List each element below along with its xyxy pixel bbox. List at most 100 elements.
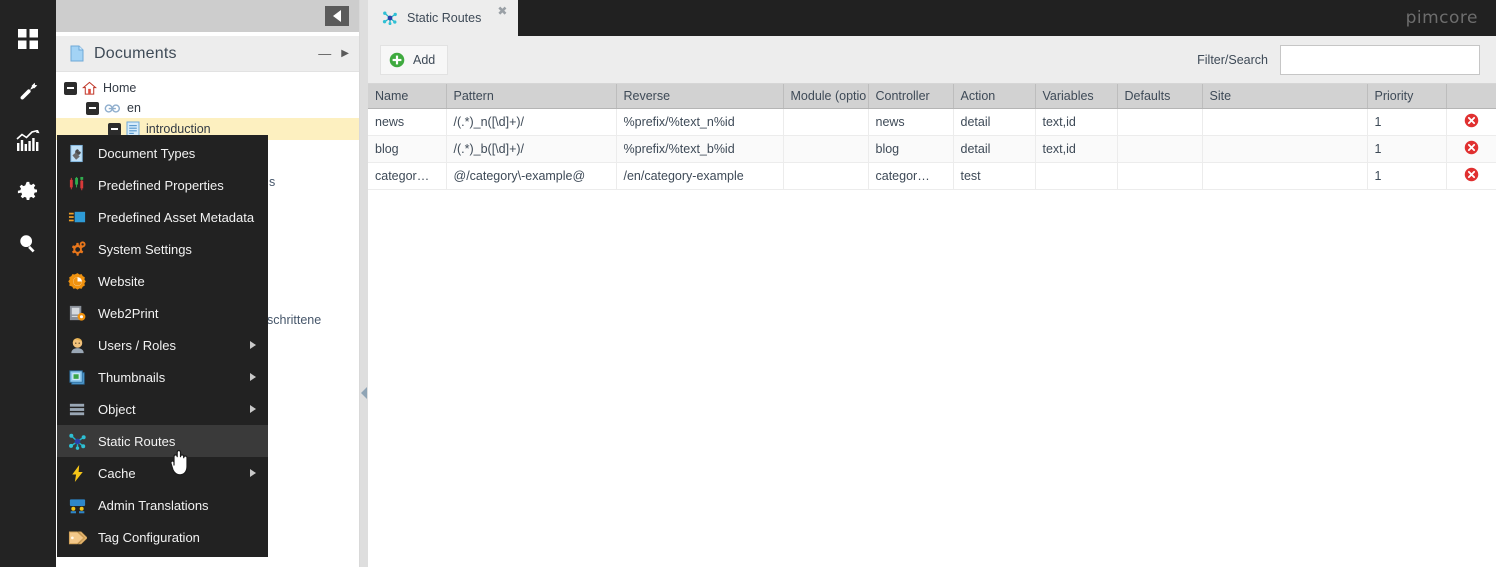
- menu-item-system-settings[interactable]: System Settings: [57, 233, 268, 265]
- chevron-left-icon: [361, 387, 367, 399]
- cell-module: [783, 136, 868, 163]
- apps-grid-icon[interactable]: [0, 18, 56, 60]
- add-icon: [389, 52, 405, 68]
- chart-icon[interactable]: [0, 120, 56, 162]
- cell-pattern: /(.*)_n([\d]+)/: [446, 109, 616, 136]
- menu-item-label: Predefined Properties: [98, 178, 224, 193]
- left-icon-rail: [0, 0, 56, 567]
- grid-toolbar: Add Filter/Search: [368, 36, 1496, 84]
- tree-expand-button[interactable]: ▶: [341, 48, 349, 59]
- delete-icon[interactable]: [1464, 167, 1479, 182]
- table-header-row: Name Pattern Reverse Module (optio Contr…: [368, 84, 1496, 109]
- tree-minimize-button[interactable]: —: [318, 46, 331, 61]
- tab-static-routes[interactable]: Static Routes ✖: [368, 0, 518, 36]
- cell-variables: [1035, 163, 1117, 190]
- menu-item-website[interactable]: Website: [57, 265, 268, 297]
- cell-action: detail: [953, 136, 1035, 163]
- tree-node-en[interactable]: en: [56, 98, 359, 118]
- object-icon: [68, 398, 94, 420]
- column-header-controller[interactable]: Controller: [868, 84, 953, 109]
- cell-controller: news: [868, 109, 953, 136]
- expander-icon[interactable]: [64, 82, 77, 95]
- search-icon[interactable]: [0, 222, 56, 264]
- static-routes-icon: [382, 10, 398, 26]
- column-header-action[interactable]: Action: [953, 84, 1035, 109]
- menu-item-users-roles[interactable]: Users / Roles: [57, 329, 268, 361]
- menu-item-label: Tag Configuration: [98, 530, 200, 545]
- column-header-priority[interactable]: Priority: [1367, 84, 1446, 109]
- delete-icon[interactable]: [1464, 140, 1479, 155]
- cell-delete: [1446, 136, 1496, 163]
- menu-item-cache[interactable]: Cache: [57, 457, 268, 489]
- tree-topbar: [56, 0, 359, 32]
- cell-variables: text,id: [1035, 109, 1117, 136]
- menu-item-thumbnails[interactable]: Thumbnails: [57, 361, 268, 393]
- expander-icon[interactable]: [108, 123, 121, 136]
- add-button[interactable]: Add: [380, 45, 448, 75]
- add-button-label: Add: [413, 53, 435, 67]
- tree-header: Documents — ▶: [56, 36, 359, 72]
- cell-variables: text,id: [1035, 136, 1117, 163]
- table-row[interactable]: categor… @/category\-example@ /en/catego…: [368, 163, 1496, 190]
- cell-defaults: [1117, 109, 1202, 136]
- delete-icon[interactable]: [1464, 113, 1479, 128]
- menu-item-document-types[interactable]: Document Types: [57, 137, 268, 169]
- cell-module: [783, 109, 868, 136]
- menu-item-static-routes[interactable]: Static Routes: [57, 425, 268, 457]
- gear-icon[interactable]: [0, 171, 56, 213]
- search-input[interactable]: [1280, 45, 1480, 75]
- cell-pattern: /(.*)_b([\d]+)/: [446, 136, 616, 163]
- tab-bar: Static Routes ✖ pimcore: [368, 0, 1496, 36]
- web2print-icon: [68, 302, 94, 324]
- asset-metadata-icon: [68, 206, 94, 228]
- menu-item-label: Users / Roles: [98, 338, 176, 353]
- menu-item-label: Predefined Asset Metadata: [98, 210, 254, 225]
- column-header-site[interactable]: Site: [1202, 84, 1367, 109]
- menu-item-label: Document Types: [98, 146, 195, 161]
- background-text-fragment-2: schrittene: [267, 313, 321, 327]
- menu-item-web2print[interactable]: Web2Print: [57, 297, 268, 329]
- routes-table: Name Pattern Reverse Module (optio Contr…: [368, 84, 1496, 190]
- column-header-module[interactable]: Module (optio: [783, 84, 868, 109]
- system-settings-icon: [68, 238, 94, 260]
- chevron-left-icon: [333, 10, 341, 22]
- tree-node-label: en: [127, 101, 141, 115]
- expander-icon[interactable]: [86, 102, 99, 115]
- column-header-name[interactable]: Name: [368, 84, 446, 109]
- table-row[interactable]: blog /(.*)_b([\d]+)/ %prefix/%text_b%id …: [368, 136, 1496, 163]
- menu-item-tag-configuration[interactable]: Tag Configuration: [57, 521, 268, 553]
- menu-item-object[interactable]: Object: [57, 393, 268, 425]
- menu-item-admin-translations[interactable]: Admin Translations: [57, 489, 268, 521]
- pimcore-logo: pimcore: [1406, 8, 1478, 28]
- column-header-defaults[interactable]: Defaults: [1117, 84, 1202, 109]
- main-content-area: Static Routes ✖ pimcore Add Filter/Searc…: [368, 0, 1496, 567]
- background-text-fragment-1: s: [269, 175, 275, 189]
- column-header-variables[interactable]: Variables: [1035, 84, 1117, 109]
- panel-splitter[interactable]: [360, 0, 368, 567]
- collapse-panel-button[interactable]: [325, 6, 349, 26]
- table-row[interactable]: news /(.*)_n([\d]+)/ %prefix/%text_n%id …: [368, 109, 1496, 136]
- cell-delete: [1446, 163, 1496, 190]
- cell-site: [1202, 136, 1367, 163]
- cell-defaults: [1117, 163, 1202, 190]
- chevron-right-icon: [250, 341, 256, 349]
- column-header-reverse[interactable]: Reverse: [616, 84, 783, 109]
- close-icon[interactable]: ✖: [497, 4, 507, 18]
- menu-item-label: Admin Translations: [98, 498, 209, 513]
- cell-pattern: @/category\-example@: [446, 163, 616, 190]
- home-icon: [82, 81, 97, 96]
- link-icon: [104, 102, 121, 115]
- cell-delete: [1446, 109, 1496, 136]
- tree-node-home[interactable]: Home: [56, 78, 359, 98]
- panel-splitter-grip[interactable]: [361, 382, 367, 404]
- menu-item-predefined-properties[interactable]: Predefined Properties: [57, 169, 268, 201]
- column-header-pattern[interactable]: Pattern: [446, 84, 616, 109]
- cell-priority: 1: [1367, 109, 1446, 136]
- menu-item-label: Object: [98, 402, 136, 417]
- chevron-right-icon: [250, 469, 256, 477]
- users-roles-icon: [68, 334, 94, 356]
- wrench-icon[interactable]: [0, 69, 56, 111]
- tree-node-label: introduction: [146, 122, 211, 136]
- cell-name: news: [368, 109, 446, 136]
- menu-item-predefined-asset-metadata[interactable]: Predefined Asset Metadata: [57, 201, 268, 233]
